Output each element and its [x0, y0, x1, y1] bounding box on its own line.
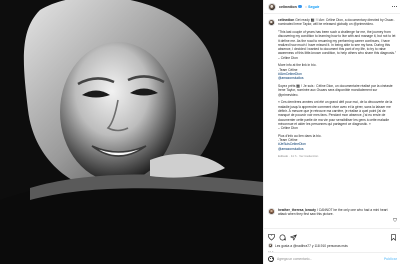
caption-avatar[interactable]: [268, 18, 275, 26]
likes-text: Les gusta a @nadihra77 y 118.910 persona…: [275, 243, 348, 248]
post-header: celinedion • Seguir: [264, 0, 400, 14]
caption-text: celinedion Get ready 🎬 ! I Am: Céline Di…: [278, 18, 397, 159]
follow-button[interactable]: Seguir: [308, 5, 319, 9]
avatar[interactable]: [268, 2, 276, 11]
post-photo[interactable]: [0, 0, 263, 264]
post-comment-button[interactable]: Publicar: [384, 257, 397, 261]
portrait-image: [0, 0, 263, 264]
caption-line: Soyez prêts 🎬 ! Je suis : Céline Dion, u…: [278, 84, 393, 97]
mention-link[interactable]: @amazonstudios: [278, 76, 397, 80]
more-icon[interactable]: [391, 5, 397, 8]
caption-line: « Ces dernières années ont été un grand …: [278, 100, 393, 126]
post-sidebar: celinedion • Seguir celinedion Get ready…: [263, 0, 400, 264]
mention-link[interactable]: @amazonstudios: [278, 147, 397, 151]
verified-badge: [298, 4, 302, 9]
caption-line: "This last couple of years has been such…: [278, 29, 397, 60]
action-icons: [267, 232, 397, 241]
comment-item: heather_theresa_beauty I CANNOT be the o…: [268, 208, 398, 227]
separator-dot: •: [305, 4, 307, 9]
caption-row: celinedion Get ready 🎬 ! I Am: Céline Di…: [268, 18, 397, 159]
commenter-avatar[interactable]: [268, 208, 275, 215]
comment-text: heather_theresa_beauty I CANNOT be the o…: [278, 208, 388, 217]
add-comment-bar: Publicar: [268, 252, 397, 262]
liker-avatar: [268, 243, 273, 248]
bookmark-icon[interactable]: [390, 228, 397, 246]
likes-summary[interactable]: Les gusta a @nadihra77 y 118.910 persona…: [268, 243, 397, 248]
caption-area: celinedion Get ready 🎬 ! I Am: Céline Di…: [264, 15, 400, 210]
caption-line: Get ready 🎬 ! I Am: Céline Dion, a docum…: [278, 18, 395, 27]
comment-heart-icon[interactable]: [392, 209, 398, 227]
comment-input[interactable]: [277, 256, 384, 261]
caption-line: – Céline Dion: [278, 126, 298, 131]
caption-meta: Editado · 11 h · Ver traducción: [278, 154, 319, 159]
header-username[interactable]: celinedion: [279, 5, 297, 9]
emoji-icon[interactable]: [268, 255, 274, 262]
